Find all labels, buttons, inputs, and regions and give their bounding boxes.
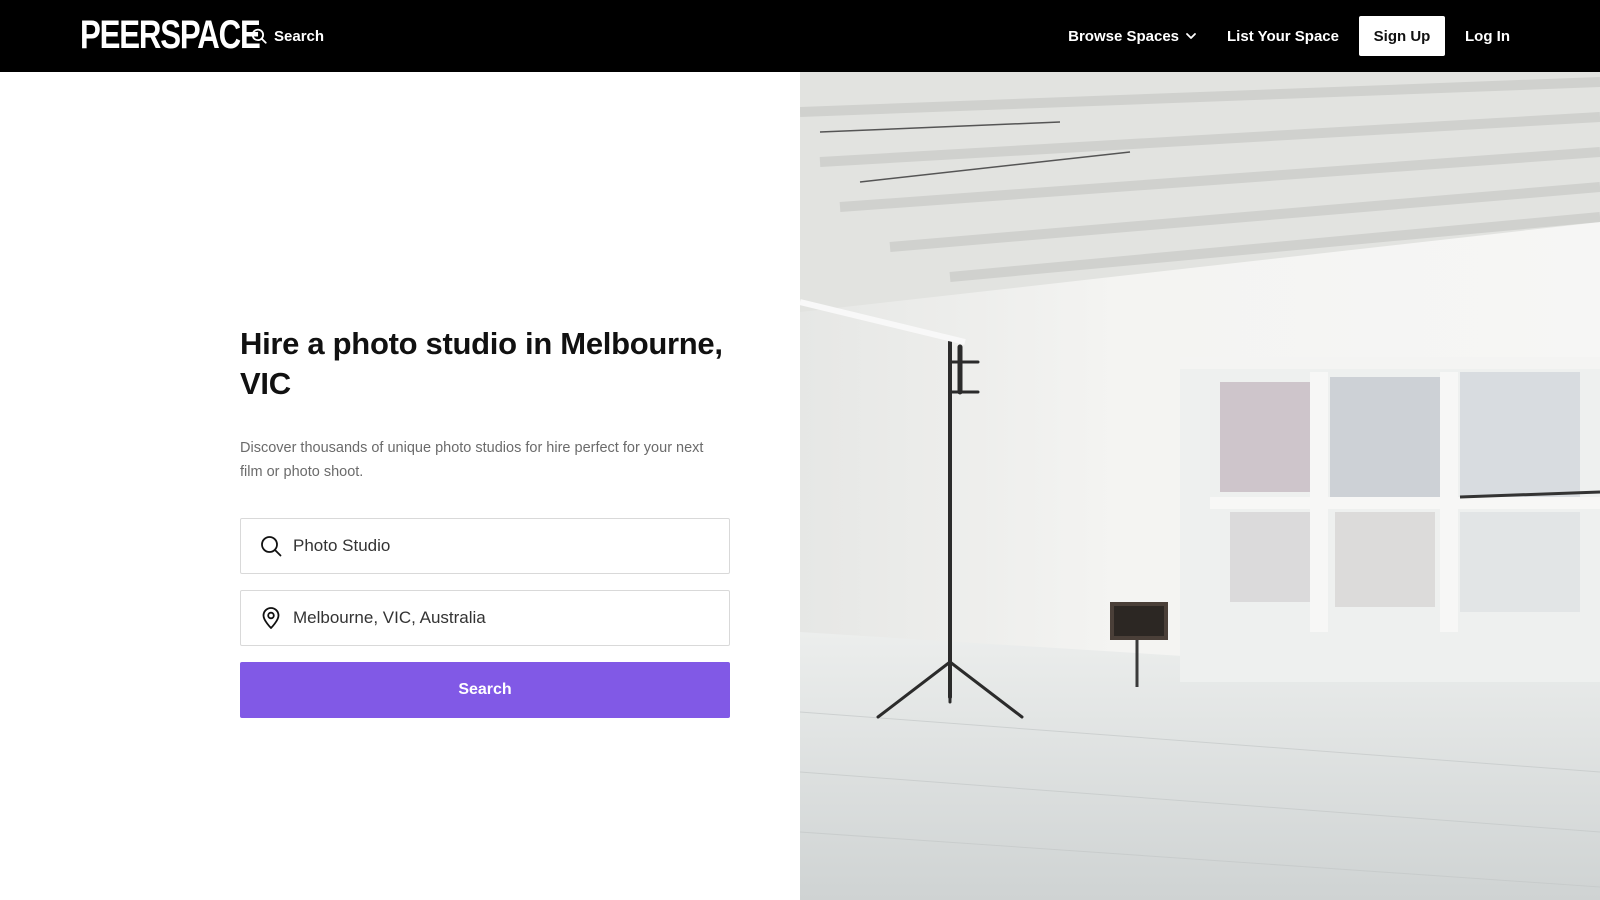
activity-input[interactable] bbox=[293, 536, 713, 556]
studio-photo-illustration bbox=[800, 72, 1600, 900]
nav-search-link[interactable]: Search bbox=[250, 22, 324, 50]
page-title: Hire a photo studio in Melbourne, VIC bbox=[240, 326, 723, 401]
location-field[interactable] bbox=[240, 590, 730, 646]
page-subtitle: Discover thousands of unique photo studi… bbox=[240, 440, 704, 480]
search-icon bbox=[250, 27, 268, 45]
top-navigation-bar: PEERSPACE Search Browse Spaces List Your… bbox=[0, 0, 1600, 72]
sign-up-button[interactable]: Sign Up bbox=[1359, 16, 1445, 56]
location-input[interactable] bbox=[293, 608, 713, 628]
studio-hero-image bbox=[800, 72, 1600, 900]
browse-spaces-dropdown[interactable]: Browse Spaces bbox=[1068, 28, 1197, 45]
nav-menu: Browse Spaces List Your Space Sign Up Lo… bbox=[1068, 16, 1510, 56]
hero-content: Hire a photo studio in Melbourne, VIC Di… bbox=[240, 324, 730, 718]
chevron-down-icon bbox=[1185, 30, 1197, 42]
search-button[interactable]: Search bbox=[240, 662, 730, 718]
log-in-link[interactable]: Log In bbox=[1465, 28, 1510, 45]
search-icon bbox=[259, 534, 283, 558]
nav-search-label: Search bbox=[274, 27, 325, 45]
peerspace-logo[interactable]: PEERSPACE bbox=[80, 13, 261, 57]
hero-search-panel: Hire a photo studio in Melbourne, VIC Di… bbox=[0, 72, 800, 900]
browse-spaces-label: Browse Spaces bbox=[1068, 27, 1180, 45]
list-your-space-link[interactable]: List Your Space bbox=[1227, 28, 1339, 45]
activity-field[interactable] bbox=[240, 518, 730, 574]
map-pin-icon bbox=[259, 606, 283, 630]
